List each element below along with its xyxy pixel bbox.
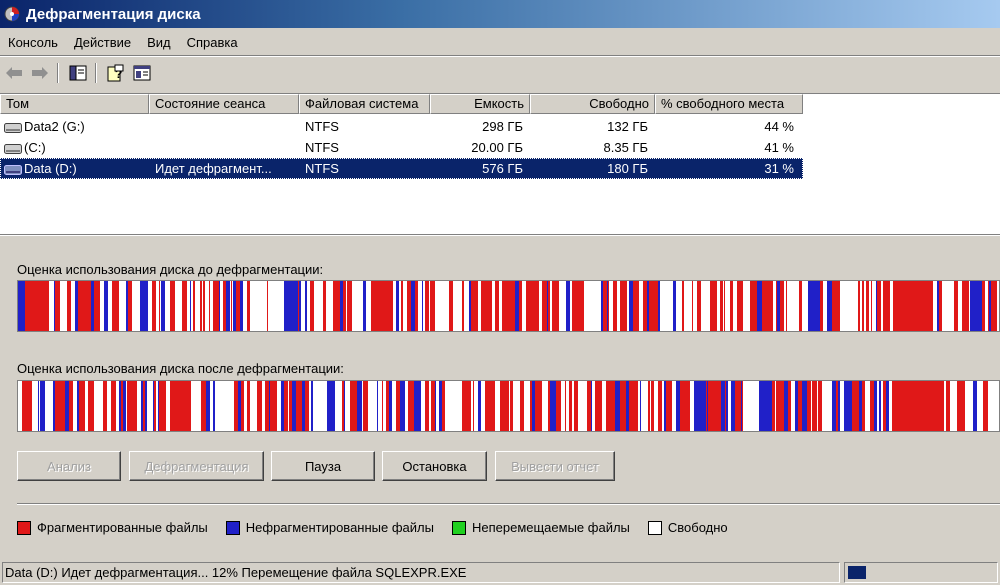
drive-icon xyxy=(4,122,22,133)
progress-fill xyxy=(848,566,866,579)
drive-icon xyxy=(4,164,22,175)
view-report-button[interactable]: Вывести отчет xyxy=(495,451,615,481)
status-bar: Data (D:) Идет дефрагментация... 12% Пер… xyxy=(0,561,1000,585)
column-header-file-system[interactable]: Файловая система xyxy=(299,94,430,114)
properties-icon xyxy=(133,65,151,81)
free-percent-cell: 31 % xyxy=(764,161,794,176)
pause-button[interactable]: Пауза xyxy=(271,451,375,481)
splitter[interactable] xyxy=(0,234,1000,236)
window-title: Дефрагментация диска xyxy=(26,5,201,23)
legend-unmovable: Неперемещаемые файлы xyxy=(451,520,630,535)
volume-row[interactable]: (C:) NTFS 20.00 ГБ 8.35 ГБ 41 % xyxy=(0,137,803,158)
defragment-button[interactable]: Дефрагментация xyxy=(129,451,264,481)
after-defrag-map xyxy=(17,380,1000,432)
before-defrag-label: Оценка использования диска до дефрагмент… xyxy=(17,262,324,277)
back-button[interactable] xyxy=(2,62,26,84)
fragmented-swatch xyxy=(17,520,31,535)
cluster-map xyxy=(18,381,999,431)
capacity-cell: 576 ГБ xyxy=(482,161,523,176)
volume-cell: (C:) xyxy=(0,137,149,158)
analyze-button[interactable]: Анализ xyxy=(17,451,121,481)
column-header-capacity[interactable]: Емкость xyxy=(430,94,530,114)
forward-button[interactable] xyxy=(28,62,52,84)
menu-bar: Консоль Действие Вид Справка xyxy=(0,30,1000,54)
volume-cell: Data (D:) xyxy=(0,158,149,179)
filesystem-cell: NTFS xyxy=(305,140,339,155)
legend-fragmented: Фрагментированные файлы xyxy=(17,520,208,535)
volume-list[interactable]: Том Состояние сеанса Файловая система Ем… xyxy=(0,93,1000,235)
toolbar-separator xyxy=(95,63,97,83)
help-icon: ? xyxy=(107,64,124,82)
menu-divider xyxy=(0,55,1000,57)
menu-action[interactable]: Действие xyxy=(66,35,139,50)
after-defrag-label: Оценка использования диска после дефрагм… xyxy=(17,361,344,376)
back-arrow-icon xyxy=(6,67,22,79)
menu-help[interactable]: Справка xyxy=(179,35,246,50)
free-percent-cell: 44 % xyxy=(764,119,794,134)
status-cell: Идет дефрагмент... xyxy=(155,161,272,176)
contiguous-swatch xyxy=(225,520,240,535)
drive-icon xyxy=(4,143,22,154)
column-header-free[interactable]: Свободно xyxy=(530,94,655,114)
column-header-session-status[interactable]: Состояние сеанса xyxy=(149,94,299,114)
column-header-volume[interactable]: Том xyxy=(0,94,149,114)
help-button[interactable]: ? xyxy=(104,62,128,84)
status-cell xyxy=(155,137,295,158)
toolbar: ? xyxy=(0,58,1000,88)
toolbar-separator xyxy=(57,63,59,83)
cluster-map xyxy=(18,281,999,331)
defrag-app-icon xyxy=(4,6,20,22)
menu-console[interactable]: Консоль xyxy=(0,35,66,50)
before-defrag-map xyxy=(17,280,1000,332)
menu-view[interactable]: Вид xyxy=(139,35,179,50)
filesystem-cell: NTFS xyxy=(305,161,339,176)
show-hide-console-tree-button[interactable] xyxy=(66,62,90,84)
free-cell: 180 ГБ xyxy=(607,161,648,176)
title-bar: Дефрагментация диска xyxy=(0,0,1000,28)
column-header-free-percent[interactable]: % свободного места xyxy=(655,94,803,114)
legend-contiguous: Нефрагментированные файлы xyxy=(225,520,434,535)
legend: Фрагментированные файлы Нефрагментирован… xyxy=(17,520,746,535)
legend-free: Свободно xyxy=(647,520,728,535)
volume-cell: Data2 (G:) xyxy=(0,116,149,137)
volume-row[interactable]: Data2 (G:) NTFS 298 ГБ 132 ГБ 44 % xyxy=(0,116,803,137)
volume-row-selected[interactable]: Data (D:) Идет дефрагмент... NTFS 576 ГБ… xyxy=(0,158,803,179)
free-cell: 132 ГБ xyxy=(607,119,648,134)
free-swatch xyxy=(647,520,662,535)
console-tree-icon xyxy=(69,65,87,81)
stop-button[interactable]: Остановка xyxy=(382,451,487,481)
capacity-cell: 298 ГБ xyxy=(482,119,523,134)
forward-arrow-icon xyxy=(32,67,48,79)
progress-bar xyxy=(844,562,998,583)
legend-divider xyxy=(17,503,1000,505)
unmovable-swatch xyxy=(451,520,466,535)
status-cell xyxy=(155,116,295,137)
properties-button[interactable] xyxy=(130,62,154,84)
free-cell: 8.35 ГБ xyxy=(603,140,648,155)
capacity-cell: 20.00 ГБ xyxy=(471,140,523,155)
status-text: Data (D:) Идет дефрагментация... 12% Пер… xyxy=(2,562,840,583)
free-percent-cell: 41 % xyxy=(764,140,794,155)
filesystem-cell: NTFS xyxy=(305,119,339,134)
